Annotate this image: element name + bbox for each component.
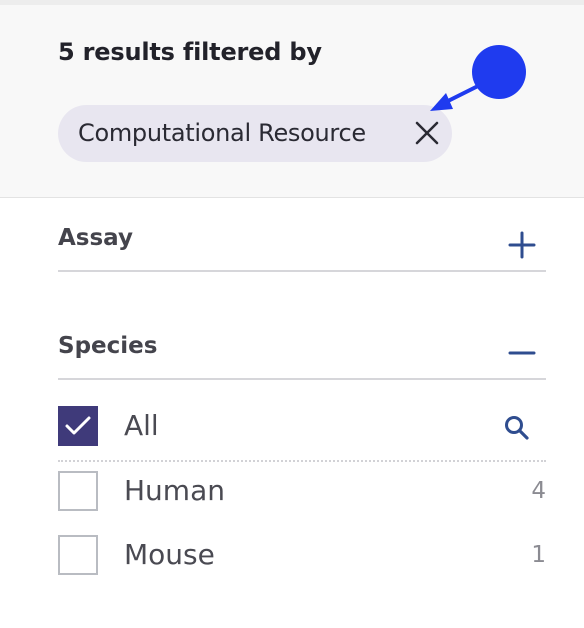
option-all[interactable]: All <box>58 406 546 466</box>
checkbox-mouse[interactable] <box>58 535 98 575</box>
option-label: All <box>124 409 159 442</box>
facet-title-species: Species <box>58 333 158 359</box>
option-count: 4 <box>531 478 546 504</box>
active-filter-label: Computational Resource <box>78 119 366 147</box>
results-heading: 5 results filtered by <box>58 38 322 66</box>
facet-title-assay: Assay <box>58 225 133 251</box>
active-filter-chip: Computational Resource <box>58 105 452 162</box>
facet-species[interactable]: Species <box>58 328 546 380</box>
option-label: Human <box>124 474 225 507</box>
checkbox-human[interactable] <box>58 471 98 511</box>
search-icon[interactable] <box>502 413 532 443</box>
checkmark-icon <box>65 416 91 435</box>
option-count: 1 <box>531 542 546 568</box>
option-label: Mouse <box>124 538 215 571</box>
option-mouse[interactable]: Mouse 1 <box>58 535 546 595</box>
filter-summary-panel: 5 results filtered by Computational Reso… <box>0 0 584 198</box>
plus-icon[interactable] <box>508 231 536 259</box>
close-icon[interactable] <box>414 120 440 146</box>
options-divider <box>58 460 546 462</box>
facet-assay[interactable]: Assay <box>58 220 546 272</box>
checkbox-all[interactable] <box>58 406 98 446</box>
option-human[interactable]: Human 4 <box>58 471 546 531</box>
minus-icon[interactable] <box>508 339 536 367</box>
